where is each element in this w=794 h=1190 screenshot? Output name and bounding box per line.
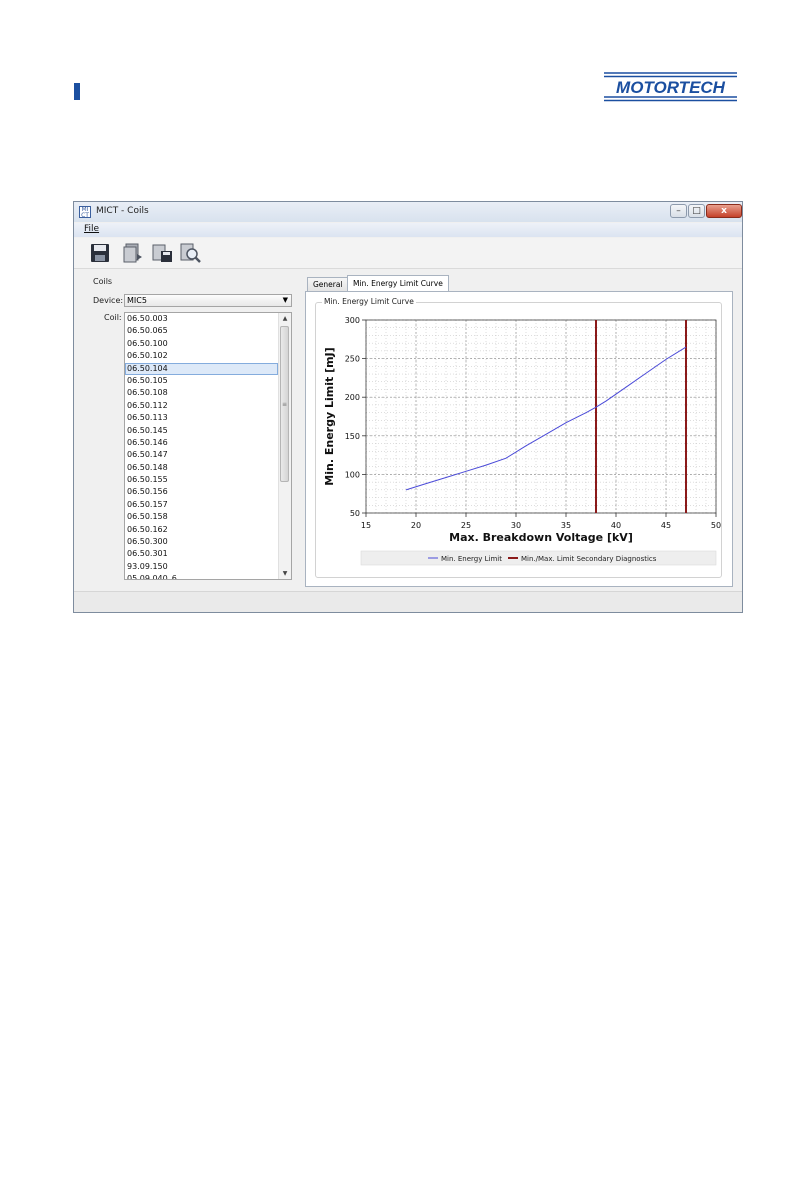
coil-list-item[interactable]: 06.50.112 bbox=[125, 400, 278, 412]
coil-list-item[interactable]: 06.50.102 bbox=[125, 350, 278, 362]
coil-list-item[interactable]: 06.50.003 bbox=[125, 313, 278, 325]
coils-group-title: Coils bbox=[93, 277, 113, 286]
legend-label-limit: Min./Max. Limit Secondary Diagnostics bbox=[521, 555, 657, 563]
coil-list-item[interactable]: 06.50.157 bbox=[125, 499, 278, 511]
menu-bar: File bbox=[74, 223, 742, 237]
coil-list-item[interactable]: 06.50.100 bbox=[125, 338, 278, 350]
coil-list-item[interactable]: 06.50.145 bbox=[125, 425, 278, 437]
x-axis-label: Max. Breakdown Voltage [kV] bbox=[449, 531, 633, 544]
tab-min-energy-limit-curve[interactable]: Min. Energy Limit Curve bbox=[347, 275, 449, 292]
tab-general[interactable]: General bbox=[307, 277, 349, 291]
search-icon[interactable] bbox=[178, 242, 202, 264]
coil-list-item[interactable]: 06.50.156 bbox=[125, 486, 278, 498]
minimize-button[interactable]: – bbox=[670, 204, 687, 218]
y-tick-label: 250 bbox=[345, 355, 360, 364]
device-select[interactable]: MIC5 ▼ bbox=[124, 294, 292, 307]
chevron-down-icon: ▼ bbox=[282, 296, 288, 304]
y-tick-label: 50 bbox=[350, 509, 360, 518]
x-tick-label: 40 bbox=[611, 521, 621, 530]
maximize-button[interactable]: □ bbox=[688, 204, 705, 218]
coil-list-item[interactable]: 06.50.104 bbox=[125, 362, 278, 375]
y-tick-label: 200 bbox=[345, 393, 360, 402]
coil-list-item[interactable]: 06.50.147 bbox=[125, 449, 278, 461]
coil-list-item[interactable]: 06.50.108 bbox=[125, 387, 278, 399]
coil-list-item[interactable]: 05.09.040_6 bbox=[125, 573, 278, 579]
x-tick-label: 50 bbox=[711, 521, 721, 530]
x-tick-label: 20 bbox=[411, 521, 421, 530]
motortech-logo: MOTORTECH bbox=[601, 70, 740, 103]
save-as-icon[interactable] bbox=[150, 242, 174, 264]
page-section-marker bbox=[74, 83, 80, 100]
window-title: MICT - Coils bbox=[96, 206, 149, 216]
coil-list-item[interactable]: 06.50.155 bbox=[125, 474, 278, 486]
plot-area bbox=[365, 319, 717, 514]
x-tick-label: 35 bbox=[561, 521, 571, 530]
export-icon[interactable] bbox=[120, 242, 144, 264]
coil-list-item[interactable]: 06.50.301 bbox=[125, 548, 278, 560]
x-tick-label: 30 bbox=[511, 521, 521, 530]
coil-list-item[interactable]: 06.50.148 bbox=[125, 462, 278, 474]
y-axis-label: Min. Energy Limit [mJ] bbox=[323, 347, 336, 485]
device-value: MIC5 bbox=[127, 296, 147, 305]
coil-list[interactable]: 06.50.003 06.50.065 06.50.100 06.50.102 06.5… bbox=[124, 312, 292, 580]
x-tick-label: 25 bbox=[461, 521, 471, 530]
close-button[interactable]: x bbox=[706, 204, 742, 218]
energy-limit-chart: 15 20 25 30 35 40 45 50 50 100 150 200 250 300 Max. Br… bbox=[323, 316, 721, 566]
coil-list-item[interactable]: 06.50.162 bbox=[125, 524, 278, 536]
coil-list-scrollbar[interactable]: ▲ ≡ ▼ bbox=[278, 313, 291, 579]
coil-list-item[interactable]: 06.50.158 bbox=[125, 511, 278, 523]
y-tick-label: 150 bbox=[345, 432, 360, 441]
coil-list-item[interactable]: 06.50.065 bbox=[125, 325, 278, 337]
menu-file[interactable]: File bbox=[84, 224, 99, 234]
mict-coils-window: MI CT MICT - Coils – □ x File Coils Devi… bbox=[73, 201, 743, 613]
y-tick-label: 300 bbox=[345, 316, 360, 325]
device-label: Device: bbox=[93, 296, 124, 305]
chart-groupbox: Min. Energy Limit Curve 15 20 25 30 35 40 45 50… bbox=[315, 297, 722, 578]
tab-panel-curve: Min. Energy Limit Curve 15 20 25 30 35 40 45 50… bbox=[305, 291, 733, 587]
coil-list-item[interactable]: 93.09.150 bbox=[125, 561, 278, 573]
x-tick-label: 15 bbox=[361, 521, 371, 530]
coil-list-item[interactable]: 06.50.146 bbox=[125, 437, 278, 449]
coil-list-item[interactable]: 06.50.105 bbox=[125, 375, 278, 387]
title-bar[interactable]: MI CT MICT - Coils – □ x bbox=[74, 202, 742, 222]
toolbar bbox=[74, 238, 742, 269]
save-icon[interactable] bbox=[88, 242, 112, 264]
coil-list-item[interactable]: 06.50.300 bbox=[125, 536, 278, 548]
logo-text: MOTORTECH bbox=[616, 78, 726, 97]
coil-list-items: 06.50.003 06.50.065 06.50.100 06.50.102 06.5… bbox=[125, 313, 278, 579]
app-icon: MI CT bbox=[79, 206, 91, 219]
legend-label-energy: Min. Energy Limit bbox=[441, 555, 502, 563]
y-tick-label: 100 bbox=[345, 470, 360, 479]
coil-list-item[interactable]: 06.50.113 bbox=[125, 412, 278, 424]
coil-label: Coil: bbox=[104, 313, 122, 322]
scroll-thumb[interactable]: ≡ bbox=[280, 326, 289, 482]
status-bar bbox=[74, 591, 742, 612]
scroll-up-icon[interactable]: ▲ bbox=[279, 313, 291, 324]
scroll-down-icon[interactable]: ▼ bbox=[279, 568, 291, 579]
x-tick-label: 45 bbox=[661, 521, 671, 530]
